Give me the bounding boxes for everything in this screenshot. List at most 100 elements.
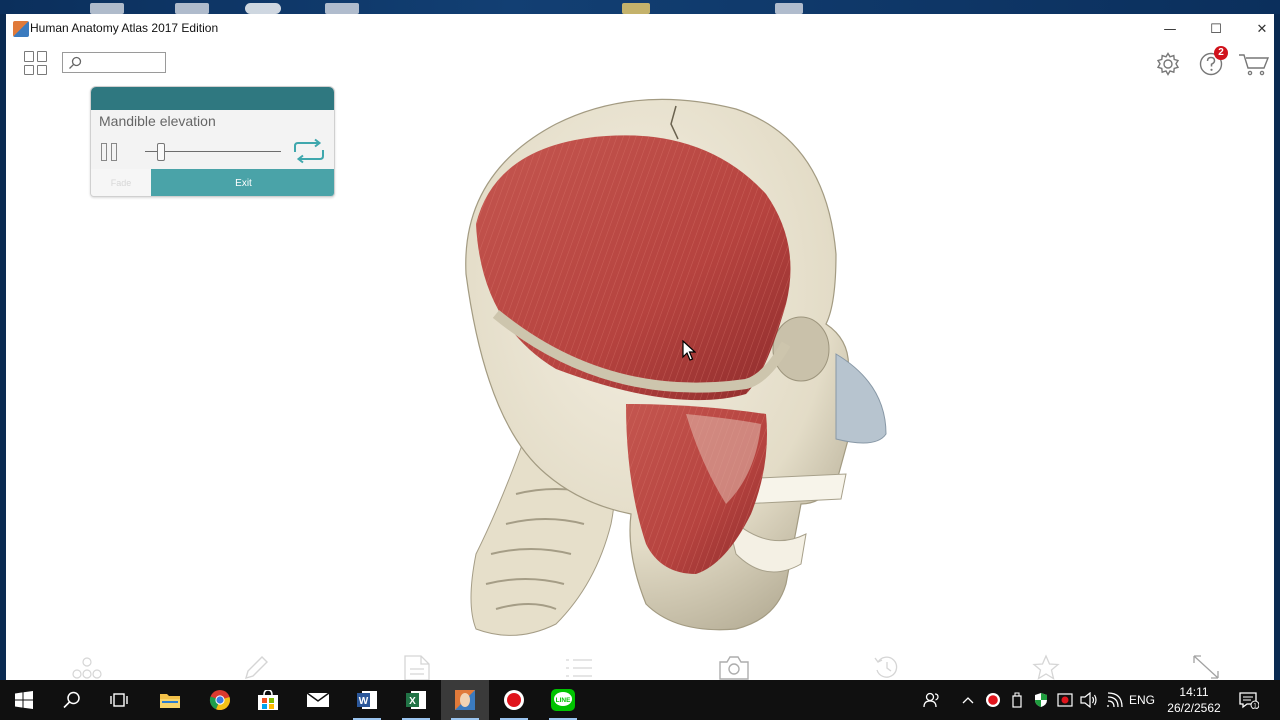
apps-grid-icon [24,51,34,62]
apps-grid-icon [24,64,34,75]
cart-icon[interactable] [1238,51,1270,77]
settings-gear-icon[interactable] [1155,51,1181,77]
usb-device-icon [1012,692,1022,708]
file-explorer-button[interactable] [146,680,194,720]
desktop-icon[interactable] [775,3,803,14]
excel-icon: X [406,691,426,709]
help-notification-badge: 2 [1214,46,1228,60]
animation-panel: Mandible elevation Fade Exit [90,86,335,197]
chrome-button[interactable] [196,680,244,720]
list-icon[interactable] [563,654,595,680]
loop-icon[interactable] [291,138,327,164]
animation-progress-thumb[interactable] [157,143,166,161]
bottom-toolbar [6,644,1274,680]
apps-grid-icon [37,51,47,62]
minimize-button[interactable]: — [1155,18,1185,40]
favorite-star-icon[interactable] [1030,654,1062,680]
start-button[interactable] [0,680,48,720]
clock-time: 14:11 [1179,685,1209,699]
word-button[interactable]: W [343,680,391,720]
pause-icon [111,143,117,161]
word-icon: W [357,691,377,709]
clock-date: 26/2/2562 [1167,701,1221,715]
anatomy-atlas-app-icon [455,690,475,710]
close-button[interactable]: ✕ [1247,18,1277,40]
desktop-icon[interactable] [175,3,209,14]
desktop-icon[interactable] [245,3,281,14]
store-button[interactable] [244,680,292,720]
app-logo-icon [13,21,29,37]
mouse-cursor-icon [682,340,696,361]
line-chat-icon: LINE [551,689,575,711]
anatomy-atlas-button[interactable] [441,680,489,720]
animation-panel-header[interactable] [91,87,334,110]
people-icon [923,692,939,708]
pause-button[interactable] [101,143,119,161]
wifi-icon [1107,692,1123,708]
animation-title: Mandible elevation [99,113,216,129]
volume-button[interactable] [1078,680,1100,720]
notes-icon[interactable] [401,654,433,680]
exit-button[interactable]: Exit [151,169,334,196]
shield-icon [1035,693,1047,707]
recorder-tray-button[interactable] [982,680,1004,720]
desktop-icon[interactable] [325,3,359,14]
taskbar-search-button[interactable] [48,680,96,720]
store-bag-icon [258,690,278,710]
record-icon [504,690,524,710]
app-tray-button[interactable] [1054,680,1076,720]
minimize-icon: — [1163,21,1177,37]
speaker-icon [1080,692,1097,708]
layers-icon[interactable] [71,654,103,680]
tray-app-icon [1057,693,1073,707]
title-bar[interactable]: Human Anatomy Atlas 2017 Edition — ☐ ✕ [6,14,1274,44]
folder-icon [160,694,180,708]
record-tray-icon [986,693,1000,707]
wifi-button[interactable] [1103,680,1127,720]
camera-icon[interactable] [718,654,750,680]
search-input[interactable] [85,54,163,71]
maximize-button[interactable]: ☐ [1201,18,1231,40]
line-button[interactable]: LINE [539,680,587,720]
pause-icon [101,143,107,161]
svg-text:LINE: LINE [556,697,571,704]
history-icon[interactable] [871,654,903,680]
close-icon: ✕ [1256,21,1268,37]
pencil-icon[interactable] [240,654,272,680]
desktop-icon[interactable] [90,3,124,14]
usb-tray-button[interactable] [1006,680,1028,720]
task-view-icon [110,693,128,707]
search-icon [63,691,80,709]
windows-logo-icon [15,691,33,709]
anatomy-3d-viewport[interactable] [406,84,926,654]
desktop-background [0,0,1280,14]
chrome-icon [209,690,230,711]
taskbar-clock[interactable]: 14:11 26/2/2562 [1160,684,1228,716]
apps-grid-button[interactable] [24,51,48,75]
animation-progress-track[interactable] [145,151,281,152]
svg-text:W: W [359,696,369,707]
expand-icon[interactable] [1190,654,1222,680]
excel-button[interactable]: X [392,680,440,720]
notification-icon: 1 [1239,692,1259,709]
show-hidden-icons-button[interactable] [956,680,980,720]
app-window: Human Anatomy Atlas 2017 Edition — ☐ ✕ 2 [6,14,1274,680]
svg-text:X: X [409,696,416,707]
apps-grid-icon [37,64,47,75]
input-language-button[interactable]: ENG [1126,680,1158,720]
action-center-button[interactable]: 1 [1234,680,1264,720]
chevron-up-icon [962,697,974,704]
search-field[interactable] [62,52,166,73]
taskbar: W X LINE ENG 14:11 26/2/2562 1 [0,680,1280,720]
mail-button[interactable] [294,680,342,720]
desktop-icon[interactable] [622,3,650,14]
task-view-button[interactable] [96,680,144,720]
search-icon [69,56,82,69]
fade-button[interactable]: Fade [91,169,151,196]
people-button[interactable] [918,680,946,720]
maximize-icon: ☐ [1210,21,1222,37]
mail-icon [306,692,330,707]
security-tray-button[interactable] [1030,680,1052,720]
screen-recorder-button[interactable] [490,680,538,720]
window-title: Human Anatomy Atlas 2017 Edition [30,21,219,35]
